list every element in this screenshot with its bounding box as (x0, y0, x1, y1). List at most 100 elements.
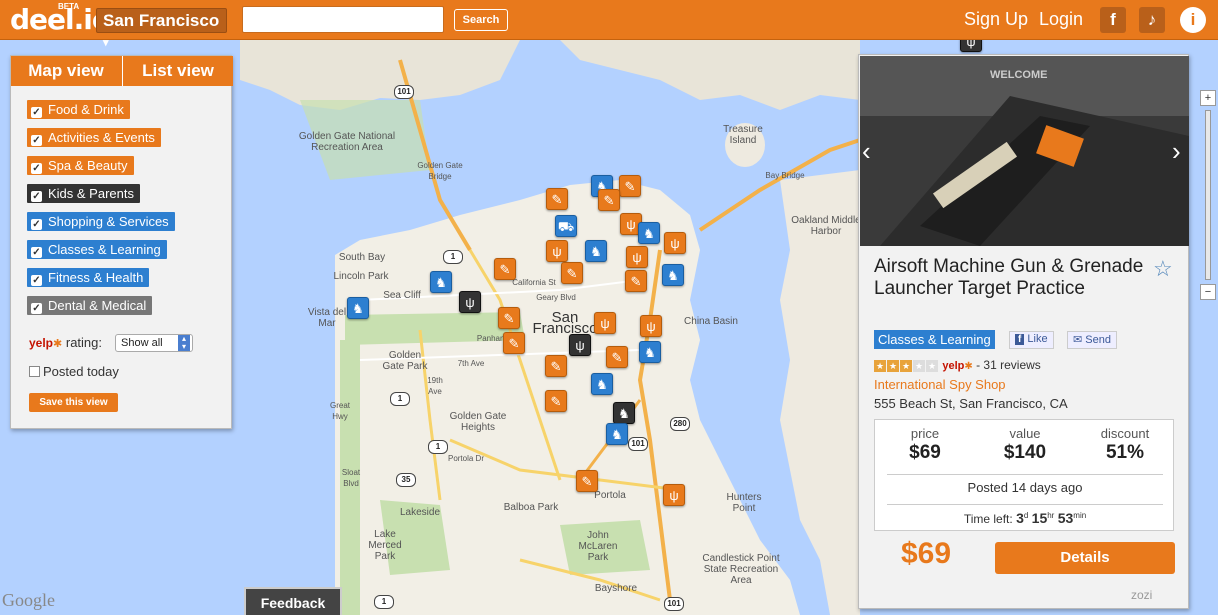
time-left-label: Time left: (963, 512, 1013, 526)
category-fitness-health[interactable]: ✓ Fitness & Health (27, 268, 150, 287)
price-box: price $69 value $140 discount 51% Posted… (874, 419, 1174, 531)
deal-pin-food[interactable]: ψ (546, 240, 568, 262)
map-label: Lake Merced Park (368, 529, 402, 562)
zoom-out-button[interactable]: − (1200, 284, 1216, 300)
highway-shield: 35 (396, 473, 416, 487)
price-column: price $69 (875, 426, 975, 464)
deal-title[interactable]: Airsoft Machine Gun & Grenade Launcher T… (874, 256, 1154, 300)
deal-panel: WELCOME ‹ › Airsoft Machine Gun & Grenad… (858, 54, 1189, 609)
map-label: Golden Gate Bridge (417, 161, 463, 181)
details-button[interactable]: Details (995, 542, 1175, 574)
zoom-in-button[interactable]: + (1200, 90, 1216, 106)
deal-pin-fitness[interactable]: ♞ (430, 271, 452, 293)
google-logo: Google (2, 590, 55, 610)
posted-today-row[interactable]: Posted today (29, 364, 119, 379)
map-label: Lakeside (399, 507, 441, 518)
deal-pin-activities[interactable]: ✎ (561, 262, 583, 284)
deal-pin-kids[interactable]: ψ (459, 291, 481, 313)
favorite-star-icon[interactable]: ☆ (1153, 256, 1173, 282)
twitter-icon[interactable]: ♪ (1139, 7, 1165, 33)
deal-pin-fitness[interactable]: ♞ (638, 222, 660, 244)
deal-pin-activities[interactable]: ✎ (546, 188, 568, 210)
unit-minutes: min (1073, 511, 1087, 520)
posted-date: Posted 14 days ago (967, 480, 1083, 495)
deal-pin-activities[interactable]: ✎ (545, 390, 567, 412)
deal-pin-activities[interactable]: ✎ (625, 270, 647, 292)
deal-pin-activities[interactable]: ✎ (606, 346, 628, 368)
map-label: Golden Gate Heights (449, 411, 507, 433)
deal-pin-food[interactable]: ψ (640, 315, 662, 337)
category-dental-medical[interactable]: ✓ Dental & Medical (27, 296, 153, 315)
posted-today-checkbox[interactable] (29, 366, 40, 377)
map-label: Sloat Blvd (341, 468, 361, 488)
category-food-drink[interactable]: ✓ Food & Drink (27, 100, 130, 119)
facebook-like-button[interactable]: f Like (1009, 331, 1054, 349)
map-label: Candlestick Point State Recreation Area (702, 553, 780, 586)
value-label: value (1009, 426, 1041, 441)
category-label: Spa & Beauty (48, 158, 128, 173)
map-label: 19th Ave (427, 376, 443, 396)
tab-list-view[interactable]: List view (122, 56, 233, 86)
deal-pin-food[interactable]: ψ (663, 484, 685, 506)
map-label: Vista del Mar (307, 307, 347, 329)
deal-pin-activities[interactable]: ✎ (576, 470, 598, 492)
deal-pin-activities[interactable]: ✎ (494, 258, 516, 280)
feedback-button[interactable]: Feedback (244, 587, 342, 615)
deal-pin-activities[interactable]: ✎ (598, 189, 620, 211)
deal-category-badge[interactable]: Classes & Learning (874, 330, 995, 349)
next-image-icon[interactable]: › (1172, 136, 1181, 167)
deal-pin-food[interactable]: ψ (664, 232, 686, 254)
checkbox-checked-icon: ✓ (31, 219, 42, 230)
category-classes-learning[interactable]: ✓ Classes & Learning (27, 240, 167, 259)
checkbox-checked-icon: ✓ (31, 275, 42, 286)
deal-pin-activities[interactable]: ✎ (619, 175, 641, 197)
facebook-icon[interactable]: f (1100, 7, 1126, 33)
login-link[interactable]: Login (1039, 9, 1083, 30)
posted-today-label: Posted today (43, 364, 119, 379)
info-icon[interactable]: i (1180, 7, 1206, 33)
category-activities-events[interactable]: ✓ Activities & Events (27, 128, 161, 147)
send-button[interactable]: ✉ Send (1067, 331, 1117, 349)
deal-pin-activities[interactable]: ✎ (498, 307, 520, 329)
category-spa-beauty[interactable]: ✓ Spa & Beauty (27, 156, 134, 175)
deal-pin-fitness[interactable]: ♞ (591, 373, 613, 395)
rating-star-icon: ★ (874, 360, 886, 372)
send-icon: ✉ (1073, 334, 1083, 346)
deal-pin-kids[interactable]: ♞ (613, 402, 635, 424)
deal-pin-kids[interactable]: ψ (569, 334, 591, 356)
deal-pin-fitness[interactable]: ♞ (639, 341, 661, 363)
search-input[interactable] (242, 6, 444, 33)
zoom-slider[interactable] (1205, 110, 1211, 280)
search-button[interactable]: Search (454, 9, 508, 31)
category-kids-parents[interactable]: ✓ Kids & Parents (27, 184, 140, 203)
rating-select[interactable]: Show all ▴ ▾ (115, 334, 193, 352)
sign-up-link[interactable]: Sign Up (964, 9, 1028, 30)
deal-pin-shopping[interactable]: ⛟ (555, 215, 577, 237)
category-label: Dental & Medical (48, 298, 147, 313)
deal-pin-fitness[interactable]: ♞ (347, 297, 369, 319)
yelp-stars-row[interactable]: ★ ★ ★ ★ ★ yelp✱ - 31 reviews (874, 358, 1041, 372)
tab-map-view[interactable]: Map view (11, 56, 121, 86)
city-label: San Francisco (103, 11, 220, 30)
map-label: Bay Bridge (765, 171, 805, 180)
deal-pin-food[interactable]: ψ (626, 246, 648, 268)
save-view-button[interactable]: Save this view (29, 393, 118, 412)
merchant-link[interactable]: International Spy Shop (874, 377, 1006, 392)
deal-pin-activities[interactable]: ✎ (503, 332, 525, 354)
yelp-burst-icon: ✱ (964, 361, 973, 372)
time-hours: 15 (1031, 510, 1048, 526)
deal-pin-fitness[interactable]: ♞ (585, 240, 607, 262)
deal-photo: WELCOME (860, 56, 1189, 246)
divider (887, 474, 1163, 475)
highway-shield: 101 (394, 85, 414, 99)
city-selector[interactable]: San Francisco ▾ (96, 8, 227, 49)
map-label: Golden Gate Park (382, 350, 428, 372)
highway-shield: 1 (443, 250, 463, 264)
deal-pin-fitness[interactable]: ♞ (662, 264, 684, 286)
deal-pin-activities[interactable]: ✎ (545, 355, 567, 377)
prev-image-icon[interactable]: ‹ (862, 136, 871, 167)
map-label: Golden Gate National Recreation Area (298, 131, 396, 153)
category-shopping-services[interactable]: ✓ Shopping & Services (27, 212, 175, 231)
deal-pin-food[interactable]: ψ (594, 312, 616, 334)
deal-pin-fitness[interactable]: ♞ (606, 423, 628, 445)
